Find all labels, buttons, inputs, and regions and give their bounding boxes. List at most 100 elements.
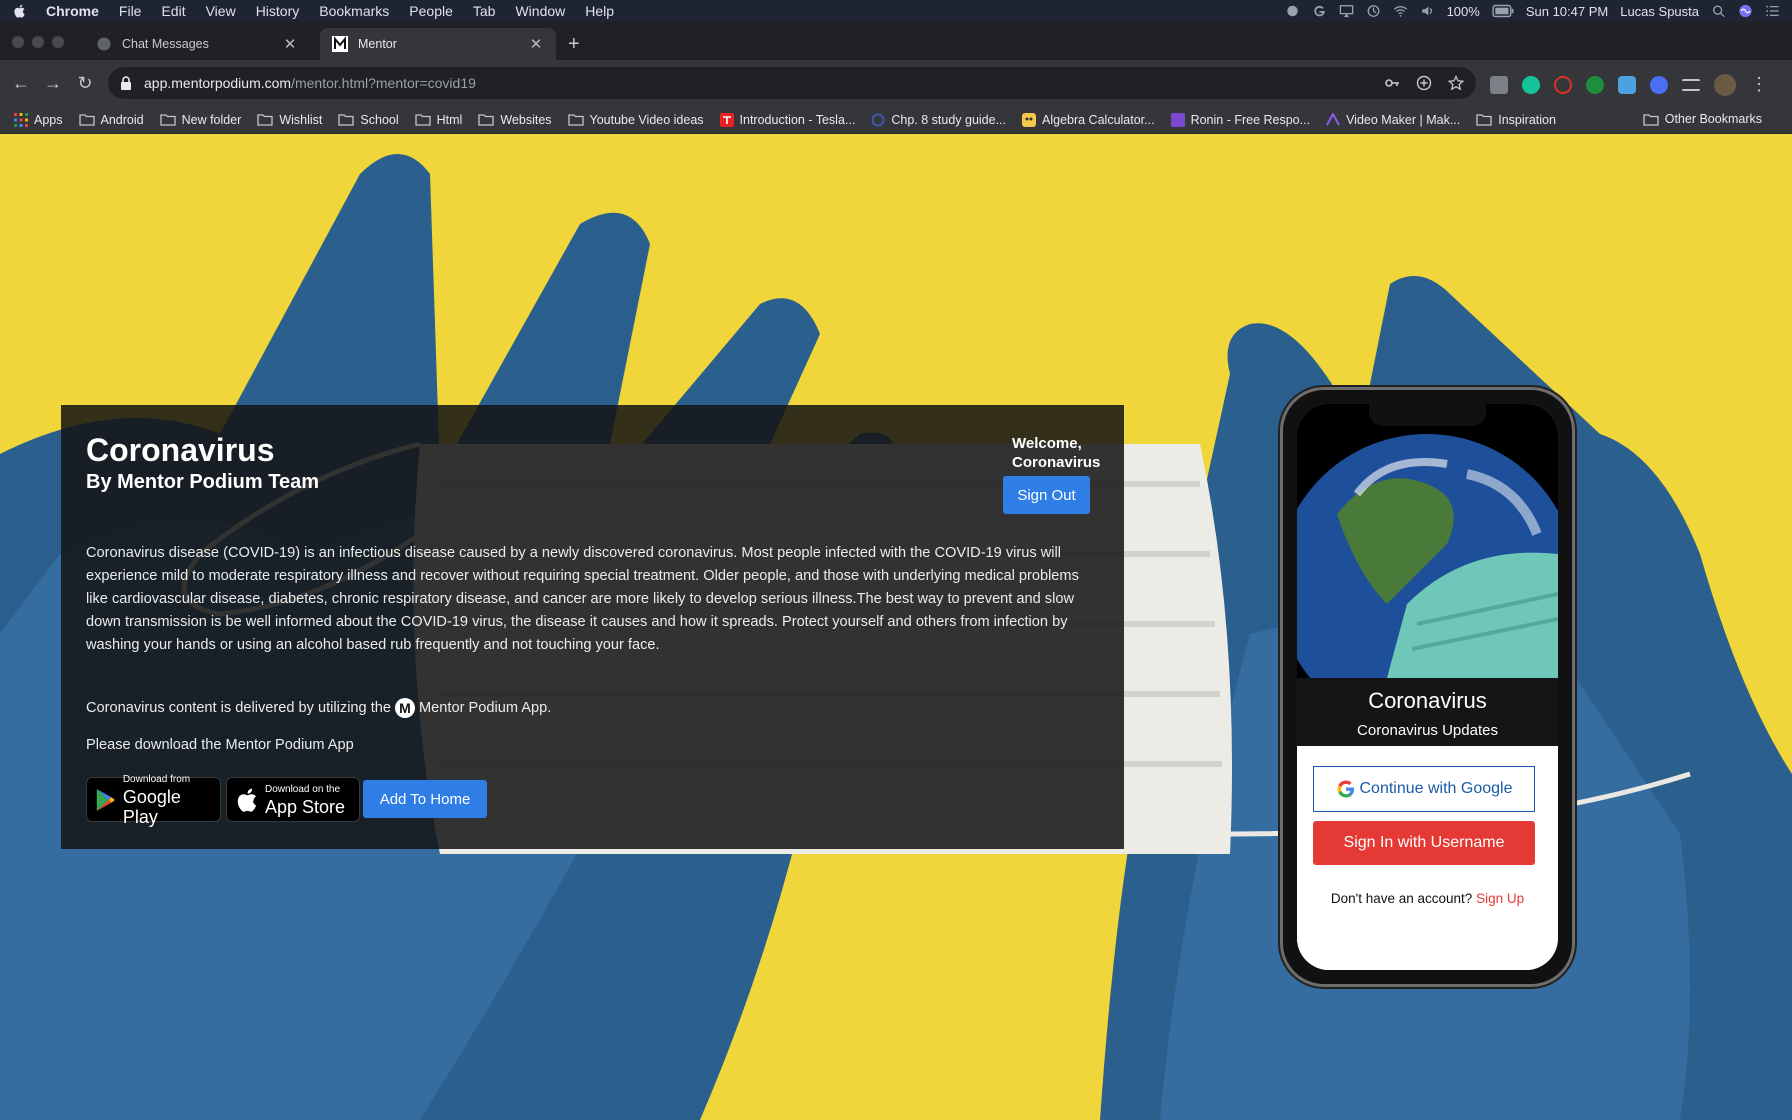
bookmark-label: Html (436, 112, 463, 127)
welcome-line: Welcome, (1012, 435, 1082, 452)
menu-help[interactable]: Help (585, 3, 614, 19)
bookmark-label: School (360, 112, 399, 127)
tab-close-icon[interactable]: ✕ (282, 35, 298, 53)
welcome-message: Welcome, Coronavirus (1012, 434, 1122, 472)
add-to-home-button[interactable]: Add To Home (363, 780, 487, 818)
calculator-icon (1022, 112, 1036, 127)
delivered-suffix: Mentor Podium App. (419, 700, 552, 716)
bookmark-label: Algebra Calculator... (1042, 112, 1155, 127)
minimize-window-button[interactable] (32, 36, 44, 48)
google-play-button[interactable]: Download from Google Play (86, 774, 221, 827)
back-arrow-icon[interactable]: ← (10, 72, 32, 94)
menu-file[interactable]: File (119, 3, 142, 19)
continue-with-google-button[interactable]: Continue with Google (1313, 766, 1535, 812)
reload-icon[interactable]: ↻ (74, 72, 96, 94)
phone-mockup: Coronavirus Coronavirus Updates Continue… (1280, 387, 1575, 987)
time-machine-icon[interactable] (1366, 4, 1381, 18)
description-text: Coronavirus disease (COVID-19) is an inf… (86, 545, 1079, 653)
mentor-podium-logo-icon: M (395, 698, 416, 718)
wifi-icon[interactable] (1393, 4, 1408, 18)
grammarly-extension-icon[interactable] (1522, 76, 1540, 94)
tab-title: Mentor (358, 37, 397, 51)
sign-in-with-username-button[interactable]: Sign In with Username (1313, 821, 1535, 865)
url-path: /mentor.html?mentor=covid19 (291, 75, 476, 91)
web-page: Coronavirus By Mentor Podium Team Welcom… (0, 134, 1792, 1120)
browser-toolbar: ← → ↻ app.mentorpodium.com/mentor.html?m… (0, 60, 1792, 106)
bookmark-label: Chp. 8 study guide... (891, 112, 1006, 127)
lock-icon[interactable] (120, 76, 132, 90)
menu-tab[interactable]: Tab (473, 3, 496, 19)
menu-bookmarks[interactable]: Bookmarks (319, 3, 389, 19)
bookmark-inspiration[interactable]: Inspiration (1476, 113, 1556, 127)
bookmark-algebra-calculator[interactable]: Algebra Calculator... (1022, 112, 1155, 127)
siri-icon[interactable] (1738, 4, 1753, 18)
menu-history[interactable]: History (256, 3, 300, 19)
adblock-extension-icon[interactable] (1554, 76, 1572, 94)
google-play-text: Download from Google Play (123, 773, 212, 827)
menu-window[interactable]: Window (515, 3, 565, 19)
add-install-icon[interactable] (1416, 75, 1432, 91)
zoom-window-button[interactable] (52, 36, 64, 48)
media-controls-icon[interactable] (1682, 79, 1700, 91)
profile-avatar-icon[interactable] (1714, 74, 1736, 96)
sign-out-button[interactable]: Sign Out (1003, 476, 1090, 514)
notification-center-icon[interactable] (1765, 4, 1780, 18)
welcome-username: Coronavirus (1012, 454, 1101, 471)
menu-edit[interactable]: Edit (161, 3, 185, 19)
airplay-icon[interactable] (1339, 4, 1354, 18)
bookmark-ronin[interactable]: Ronin - Free Respo... (1170, 112, 1311, 127)
kebab-menu-icon[interactable]: ⋮ (1750, 75, 1768, 94)
chat-bubble-icon[interactable] (1285, 4, 1300, 18)
key-icon[interactable] (1384, 75, 1400, 91)
volume-icon[interactable] (1420, 4, 1435, 18)
bookmark-websites[interactable]: Websites (478, 113, 552, 127)
extension-docs-icon[interactable] (1490, 76, 1508, 94)
new-tab-button[interactable]: + (568, 34, 580, 54)
globe-icon (97, 37, 111, 51)
bookmark-apps[interactable]: Apps (14, 112, 63, 127)
tab-chat-messages[interactable]: Chat Messages ✕ (84, 28, 310, 60)
close-window-button[interactable] (12, 36, 24, 48)
extensions-area: ⋮ (1490, 74, 1768, 96)
apps-grid-icon (14, 112, 28, 127)
menu-view[interactable]: View (206, 3, 236, 19)
tab-mentor[interactable]: Mentor ✕ (320, 28, 556, 60)
bookmark-html[interactable]: Html (414, 112, 463, 127)
user-name[interactable]: Lucas Spusta (1620, 4, 1699, 19)
tab-close-icon[interactable]: ✕ (528, 35, 544, 53)
battery-icon[interactable] (1492, 4, 1514, 18)
app-store-big-text: App Store (265, 796, 346, 817)
omnibox-actions (1384, 75, 1464, 91)
bookmark-android[interactable]: Android (78, 112, 144, 127)
clock[interactable]: Sun 10:47 PM (1526, 4, 1608, 19)
star-bookmark-icon[interactable] (1448, 75, 1464, 91)
bookmark-label: Ronin - Free Respo... (1190, 112, 1311, 127)
bookmark-video-maker[interactable]: Video Maker | Mak... (1326, 112, 1460, 127)
bookmark-wishlist[interactable]: Wishlist (257, 113, 322, 127)
cloud-extension-icon[interactable] (1618, 76, 1636, 94)
bookmark-label: Wishlist (279, 112, 323, 127)
menu-people[interactable]: People (409, 3, 453, 19)
bookmark-school[interactable]: School (338, 112, 399, 127)
spotlight-search-icon[interactable] (1711, 4, 1726, 18)
bookmark-tesla[interactable]: Introduction - Tesla... (719, 112, 856, 127)
phone-header: Coronavirus Coronavirus Updates (1297, 678, 1558, 746)
apple-icon[interactable] (12, 3, 28, 19)
green-extension-icon[interactable] (1586, 76, 1604, 94)
menu-app-chrome[interactable]: Chrome (46, 3, 99, 19)
battery-percent: 100% (1446, 3, 1480, 19)
sign-up-link[interactable]: Sign Up (1476, 891, 1524, 906)
bookmark-study-guide[interactable]: Chp. 8 study guide... (871, 113, 1006, 127)
bookmark-label: Android (100, 112, 144, 127)
bookmark-other-bookmarks[interactable]: Other Bookmarks (1643, 112, 1762, 126)
grammarly-icon[interactable] (1312, 4, 1327, 18)
bookmark-label: New folder (181, 112, 242, 127)
address-bar[interactable]: app.mentorpodium.com/mentor.html?mentor=… (108, 67, 1476, 99)
bookmark-new-folder[interactable]: New folder (159, 112, 242, 127)
bookmark-youtube-video-ideas[interactable]: Youtube Video ideas (567, 113, 704, 127)
check-extension-icon[interactable] (1650, 76, 1668, 94)
app-store-button[interactable]: Download on the App Store (226, 777, 360, 822)
phone-login-area: Continue with Google Sign In with Userna… (1297, 746, 1558, 970)
bookmark-label: Introduction - Tesla... (739, 112, 856, 127)
forward-arrow-icon[interactable]: → (42, 72, 64, 94)
